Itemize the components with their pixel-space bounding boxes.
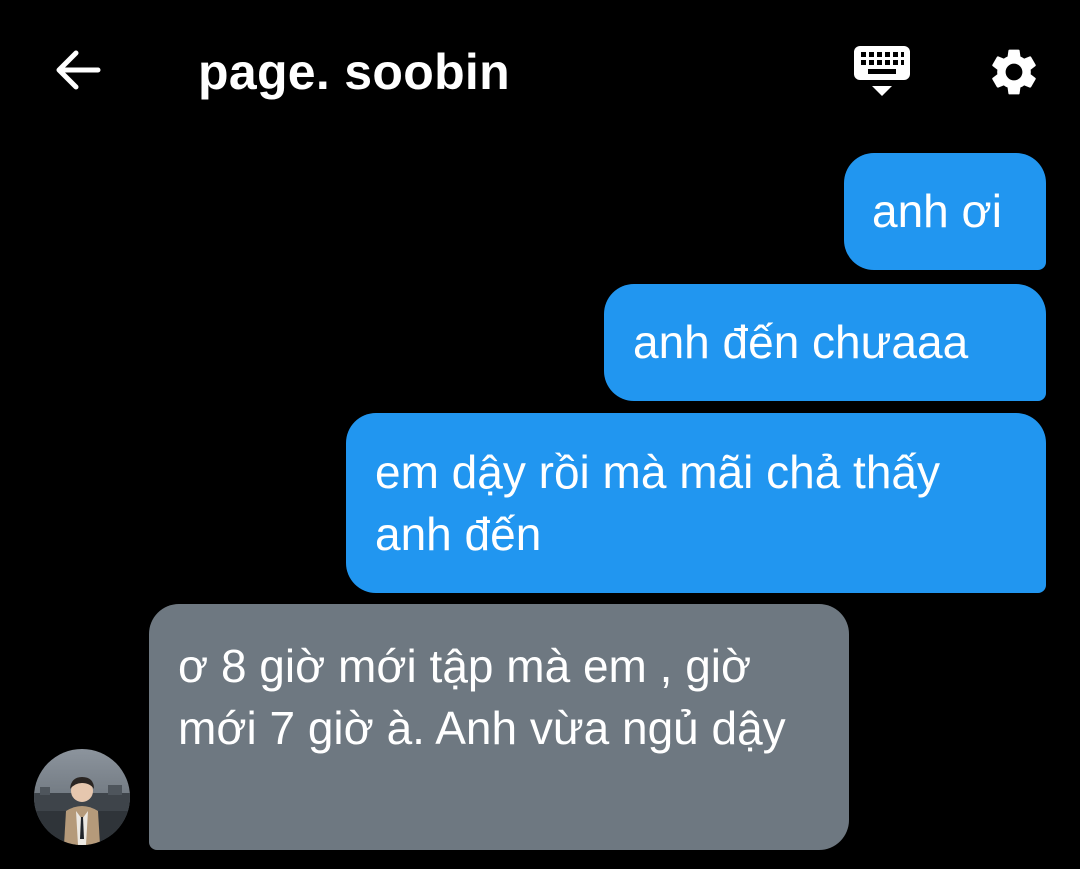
- avatar[interactable]: [34, 749, 130, 845]
- message-bubble-incoming[interactable]: ơ 8 giờ mới tập mà em , giờ mới 7 giờ à.…: [149, 604, 849, 850]
- message-bubble-outgoing[interactable]: anh đến chưaaa: [604, 284, 1046, 401]
- message-text: em dậy rồi mà mãi chả thấy anh đến: [375, 446, 941, 560]
- page-title: page. soobin: [198, 44, 510, 100]
- message-text: ơ 8 giờ mới tập mà em , giờ mới 7 giờ à.…: [178, 640, 786, 754]
- chat-header: page. soobin: [0, 0, 1080, 140]
- keyboard-hide-icon: [854, 46, 910, 96]
- back-button[interactable]: [52, 44, 104, 96]
- gear-icon: [992, 49, 1036, 95]
- message-text: anh đến chưaaa: [633, 316, 969, 368]
- settings-button[interactable]: [986, 44, 1042, 100]
- keyboard-toggle-button[interactable]: [852, 44, 912, 100]
- arrow-left-icon: [56, 50, 101, 90]
- message-bubble-outgoing[interactable]: anh ơi: [844, 153, 1046, 270]
- message-bubble-outgoing[interactable]: em dậy rồi mà mãi chả thấy anh đến: [346, 413, 1046, 593]
- message-text: anh ơi: [872, 185, 1002, 237]
- profile-photo: [34, 749, 130, 845]
